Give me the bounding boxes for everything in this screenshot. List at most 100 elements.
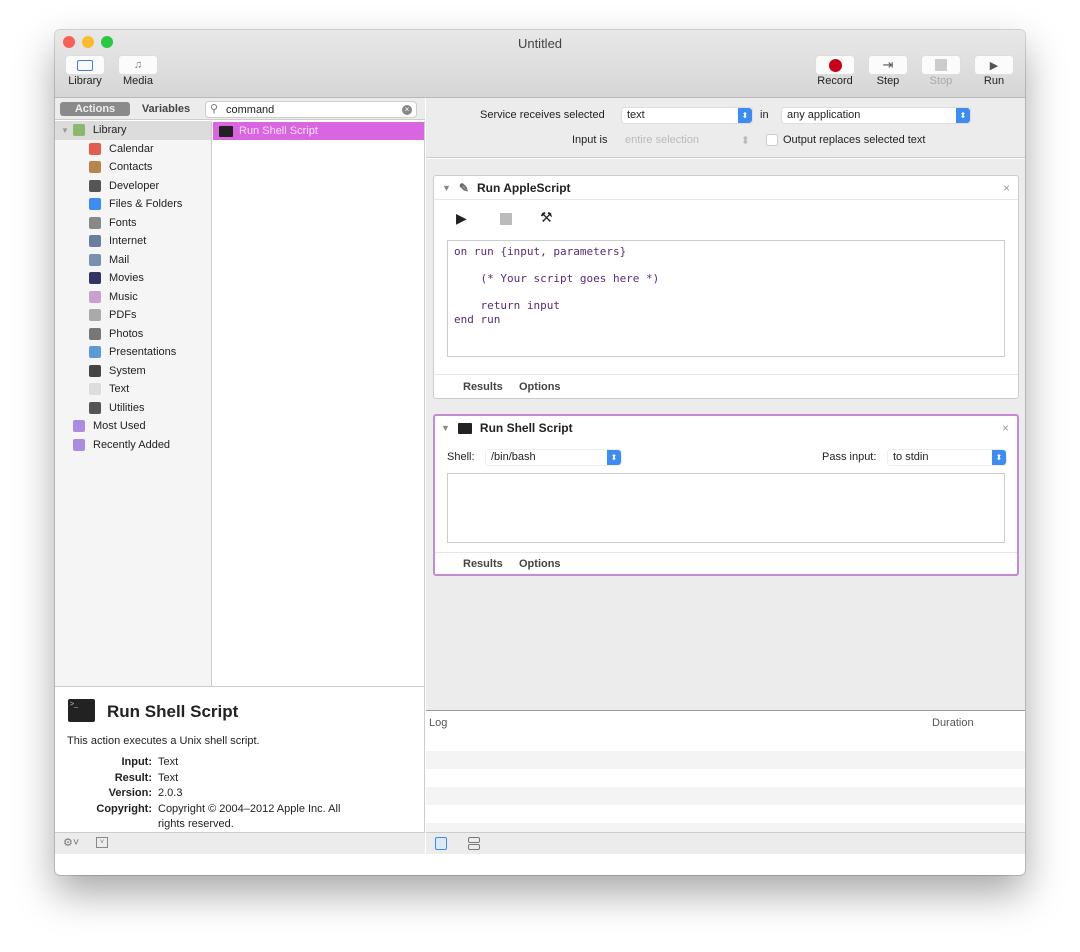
popup-arrows-icon: ⬍ — [738, 108, 752, 123]
library-item-label: Library — [92, 124, 127, 137]
library-item-utilities[interactable]: Utilities — [55, 399, 211, 418]
gear-icon[interactable]: ⚙˅ — [63, 836, 79, 849]
library-item-music[interactable]: Music — [55, 288, 211, 307]
pass-input-select[interactable]: to stdin ⬍ — [887, 449, 1007, 466]
disclosure-triangle-icon[interactable]: ▼ — [61, 126, 69, 135]
library-item-label: Music — [109, 290, 138, 303]
category-icon — [89, 235, 101, 248]
library-item-internet[interactable]: Internet — [55, 232, 211, 251]
category-icon — [89, 161, 101, 174]
stop-icon — [921, 55, 961, 75]
shell-select[interactable]: /bin/bash ⬍ — [485, 449, 622, 466]
media-button[interactable]: ♫ Media — [118, 55, 168, 87]
disclosure-triangle-icon[interactable]: ▼ — [442, 183, 451, 193]
terminal-icon: >_ — [68, 699, 95, 722]
library-item-mail[interactable]: Mail — [55, 251, 211, 270]
detail-value: Text — [158, 771, 179, 784]
library-item-fonts[interactable]: Fonts — [55, 214, 211, 233]
library-item-developer[interactable]: Developer — [55, 177, 211, 196]
library-item-label: Calendar — [109, 142, 154, 155]
library-item-system[interactable]: System — [55, 362, 211, 381]
tab-actions[interactable]: Actions — [60, 102, 130, 116]
sidebar-icon — [65, 55, 105, 75]
options-tab[interactable]: Options — [519, 381, 561, 393]
options-tab[interactable]: Options — [519, 558, 561, 570]
tab-variables[interactable]: Variables — [131, 102, 201, 116]
category-icon — [73, 420, 85, 433]
play-icon: ▶ — [974, 55, 1014, 75]
shell-label: Shell: — [447, 451, 475, 463]
library-item-label: PDFs — [109, 309, 137, 322]
shell-value: /bin/bash — [491, 451, 536, 463]
library-item-most-used[interactable]: Most Used — [55, 417, 211, 436]
library-item-label: System — [109, 364, 146, 377]
service-header: Service receives selected text ⬍ in any a… — [426, 98, 1025, 158]
disclosure-triangle-icon[interactable]: ▼ — [441, 423, 450, 433]
application-select[interactable]: any application ⬍ — [781, 107, 971, 124]
record-label: Record — [817, 75, 853, 87]
library-item-contacts[interactable]: Contacts — [55, 158, 211, 177]
category-icon — [89, 179, 101, 192]
description-row: Result: Text — [55, 771, 425, 787]
library-item-photos[interactable]: Photos — [55, 325, 211, 344]
output-replaces-checkbox[interactable] — [766, 134, 778, 146]
library-item-text[interactable]: Text — [55, 380, 211, 399]
shell-script-editor[interactable] — [447, 473, 1005, 543]
list-view-icon[interactable] — [435, 837, 447, 850]
search-input[interactable]: command — [226, 104, 274, 116]
search-field[interactable]: ⚲ command × — [205, 101, 417, 118]
record-icon — [815, 55, 855, 75]
library-list: ▼ Library Calendar Contacts Developer Files &… — [55, 121, 212, 686]
category-icon — [89, 142, 101, 155]
popup-arrows-icon: ⬍ — [740, 135, 750, 147]
library-item-label: Mail — [109, 253, 130, 266]
detail-key: Input: — [121, 756, 152, 768]
results-tab[interactable]: Results — [463, 381, 503, 393]
description-toggle-icon[interactable]: ˅ — [96, 837, 108, 848]
close-action-icon[interactable]: × — [1002, 421, 1009, 435]
category-icon — [89, 272, 101, 285]
library-item-label: Utilities — [109, 401, 145, 414]
action-title: Run Shell Script — [479, 421, 573, 435]
run-script-icon[interactable]: ▶ — [456, 210, 467, 227]
library-item-calendar[interactable]: Calendar — [55, 140, 211, 159]
result-item-label: Run Shell Script — [239, 125, 318, 137]
description-summary: This action executes a Unix shell script… — [67, 735, 260, 747]
library-item-presentations[interactable]: Presentations — [55, 343, 211, 362]
receives-type-value: text — [627, 109, 645, 121]
results-tab[interactable]: Results — [463, 558, 503, 570]
detail-key: Result: — [114, 771, 152, 784]
library-item-library[interactable]: ▼ Library — [55, 121, 211, 140]
category-icon — [89, 401, 101, 414]
category-icon — [72, 124, 85, 137]
library-item-pdfs[interactable]: PDFs — [55, 306, 211, 325]
library-item-label: Recently Added — [93, 438, 171, 451]
clear-search-icon[interactable]: × — [402, 105, 412, 115]
popup-arrows-icon: ⬍ — [607, 450, 621, 465]
split-view-icon-lower — [468, 844, 480, 850]
result-item-run-shell-script[interactable]: Run Shell Script — [213, 122, 424, 140]
terminal-icon — [219, 125, 233, 137]
application-value: any application — [787, 109, 861, 121]
category-icon — [89, 364, 101, 377]
stop-script-icon — [500, 213, 512, 225]
library-item-movies[interactable]: Movies — [55, 269, 211, 288]
split-view-icon[interactable] — [468, 837, 480, 843]
receives-type-select[interactable]: text ⬍ — [621, 107, 753, 124]
run-button[interactable]: ▶ Run — [974, 55, 1024, 87]
description-row: Input: Text — [55, 755, 425, 771]
script-code[interactable]: on run {input, parameters} (* Your scrip… — [454, 245, 998, 326]
duration-column-header[interactable]: Duration — [932, 717, 974, 729]
compile-hammer-icon[interactable]: ⚒ — [540, 209, 553, 226]
results-list: Run Shell Script — [213, 121, 425, 686]
close-action-icon[interactable]: × — [1003, 181, 1010, 195]
library-item-recently-added[interactable]: Recently Added — [55, 436, 211, 455]
category-icon — [89, 383, 101, 396]
library-bottom-bar: ⚙˅ ˅ — [55, 832, 425, 854]
library-item-files-folders[interactable]: Files & Folders — [55, 195, 211, 214]
script-editor[interactable]: on run {input, parameters} (* Your scrip… — [447, 240, 1005, 357]
pass-input-value: to stdin — [893, 451, 929, 463]
log-column-header[interactable]: Log — [429, 717, 447, 729]
action-run-applescript: ▼ ✎ Run AppleScript × ▶ ⚒ on run {input,… — [433, 175, 1019, 399]
library-item-label: Fonts — [109, 216, 137, 229]
